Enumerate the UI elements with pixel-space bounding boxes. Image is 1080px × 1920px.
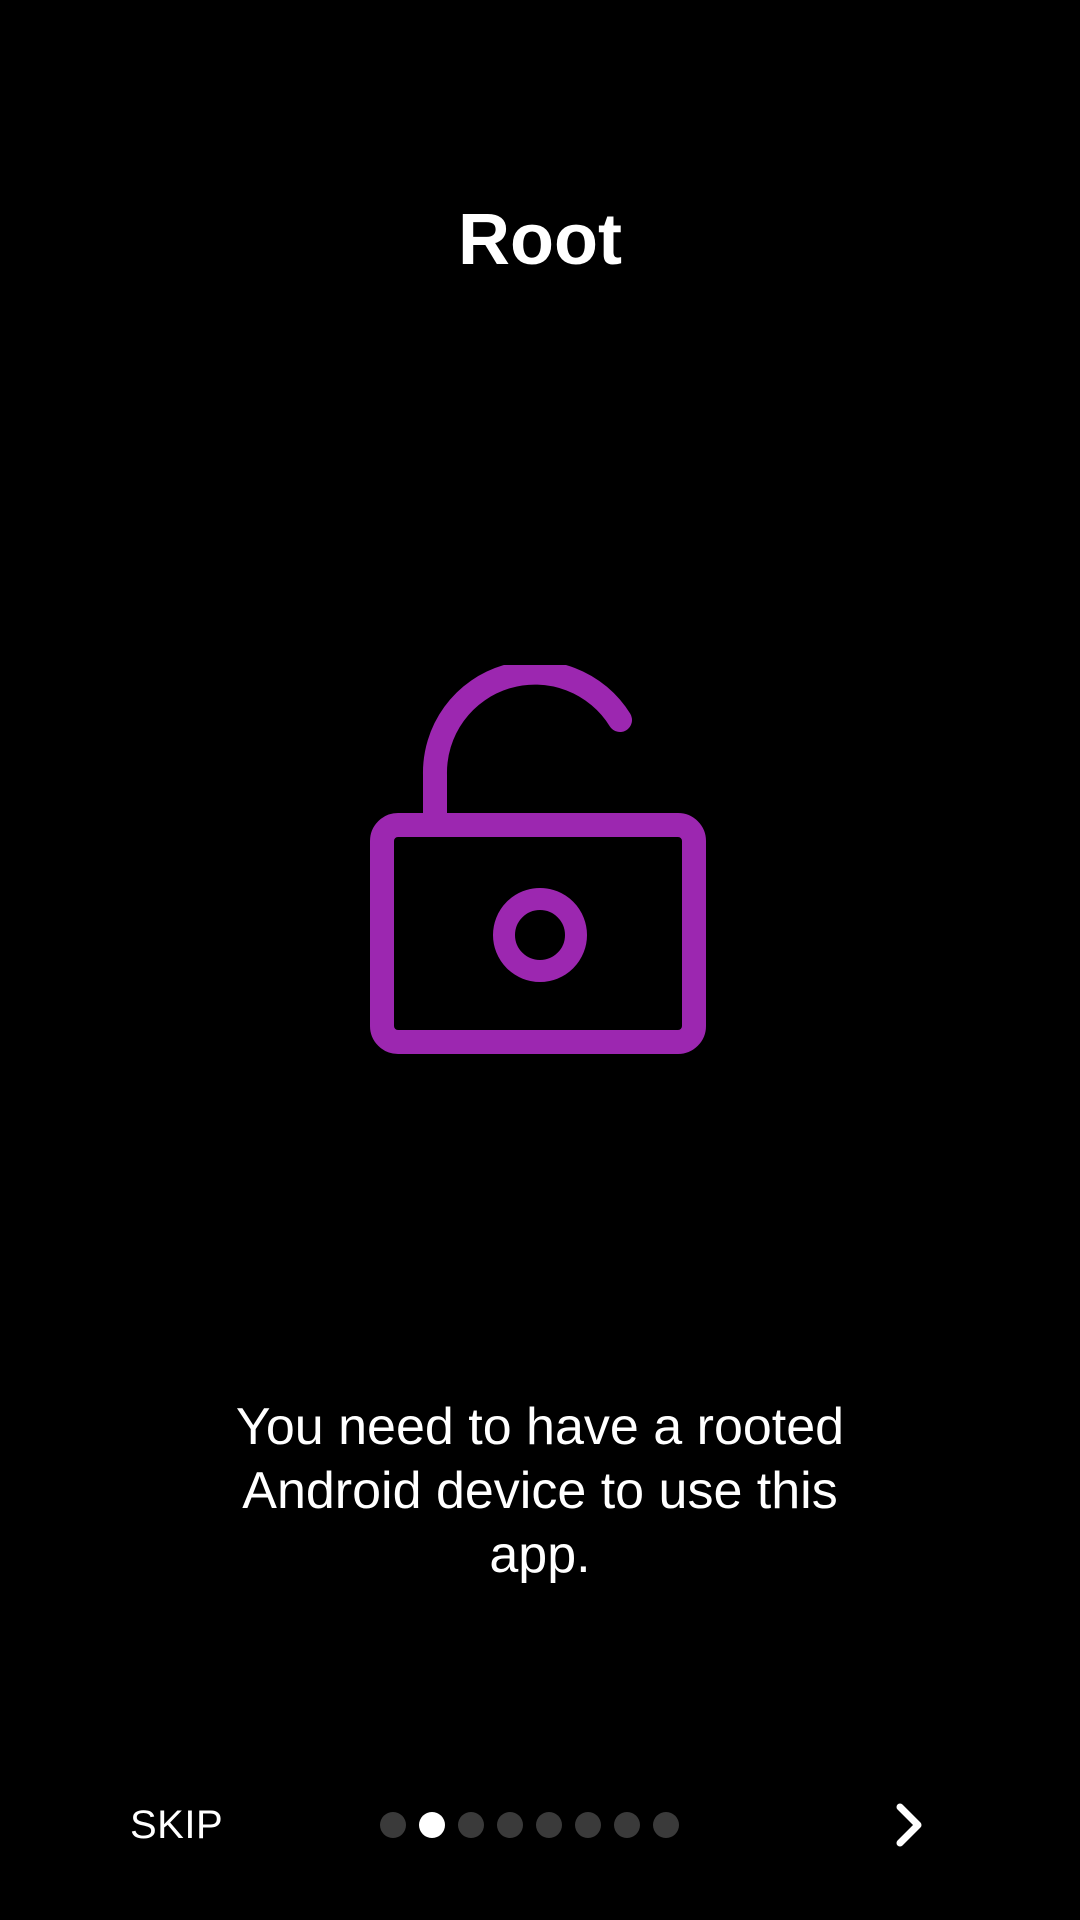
page-dot-4[interactable] — [497, 1812, 523, 1838]
page-dot-8[interactable] — [653, 1812, 679, 1838]
page-dot-2-active[interactable] — [419, 1812, 445, 1838]
page-title: Root — [458, 200, 622, 280]
next-button[interactable] — [870, 1780, 950, 1870]
page-dot-1[interactable] — [380, 1812, 406, 1838]
page-dot-5[interactable] — [536, 1812, 562, 1838]
page-dot-7[interactable] — [614, 1812, 640, 1838]
description-text: You need to have a rooted Android device… — [235, 1398, 845, 1584]
page-dot-3[interactable] — [458, 1812, 484, 1838]
skip-button[interactable]: SKIP — [110, 1780, 243, 1870]
chevron-right-icon — [896, 1803, 922, 1847]
page-dot-6[interactable] — [575, 1812, 601, 1838]
page-indicator — [380, 1780, 679, 1870]
unlocked-padlock-icon — [370, 665, 706, 1054]
onboarding-bottom-bar: SKIP — [0, 1780, 1080, 1870]
